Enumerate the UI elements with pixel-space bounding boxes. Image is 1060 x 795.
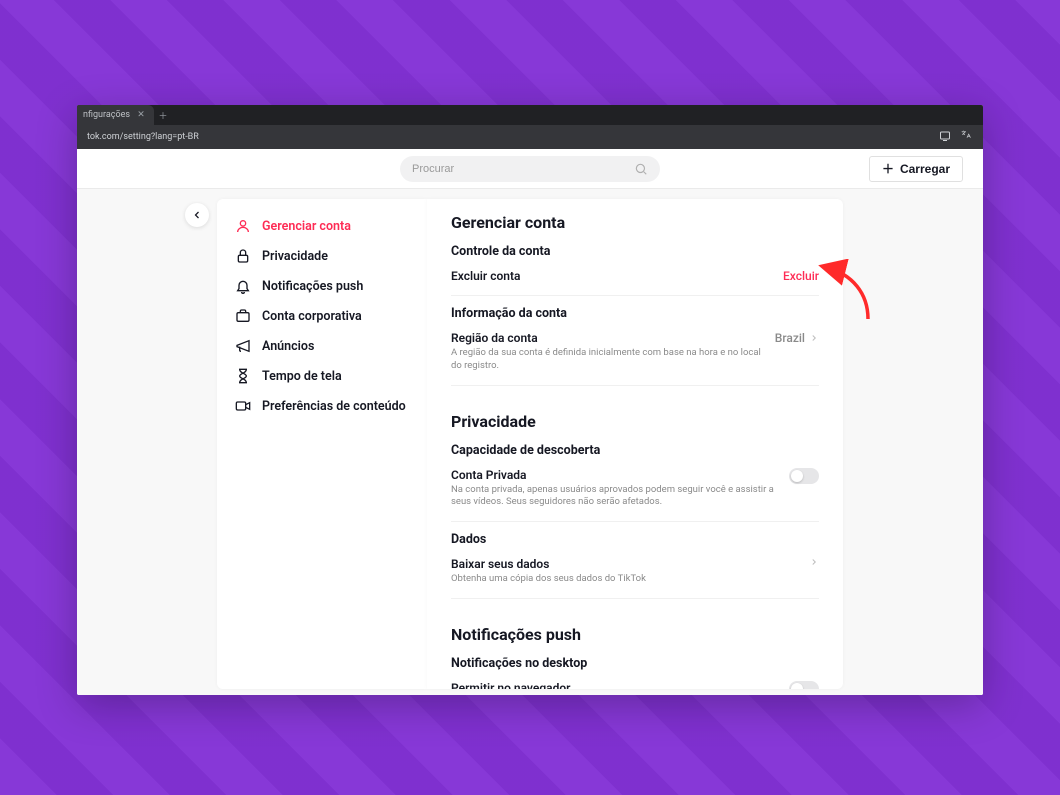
tab-title: nfigurações — [83, 110, 130, 120]
browser-tabbar: nfigurações ✕ ＋ — [77, 105, 983, 125]
subheader-desktop-notifications: Notificações no desktop — [451, 656, 819, 671]
page-body: Gerenciar conta Privacidade Notificações… — [77, 189, 983, 695]
sidebar-item-label: Preferências de conteúdo — [262, 399, 406, 414]
sidebar-item-business[interactable]: Conta corporativa — [217, 301, 427, 331]
sidebar-item-ads[interactable]: Anúncios — [217, 331, 427, 361]
sidebar-item-label: Conta corporativa — [262, 309, 362, 324]
region-value-text: Brazil — [775, 331, 805, 345]
settings-layout: Gerenciar conta Privacidade Notificações… — [217, 199, 843, 695]
private-account-toggle[interactable] — [789, 468, 819, 484]
row-account-region[interactable]: Região da conta A região da sua conta é … — [451, 329, 819, 386]
section-title-manage: Gerenciar conta — [451, 213, 819, 232]
delete-account-label: Excluir conta — [451, 269, 771, 283]
search-input[interactable] — [412, 163, 634, 175]
lock-icon — [235, 248, 251, 264]
sidebar-item-privacy[interactable]: Privacidade — [217, 241, 427, 271]
region-value[interactable]: Brazil — [775, 331, 819, 345]
subheader-data: Dados — [451, 532, 819, 547]
row-allow-browser: Permitir no navegador Fique por dentro c… — [451, 679, 819, 689]
settings-main-panel: Gerenciar conta Controle da conta Exclui… — [427, 199, 843, 689]
close-icon[interactable]: ✕ — [136, 110, 146, 120]
sidebar-item-push[interactable]: Notificações push — [217, 271, 427, 301]
briefcase-icon — [235, 308, 251, 324]
new-tab-button[interactable]: ＋ — [154, 109, 172, 122]
chevron-right-icon — [809, 333, 819, 343]
sidebar-item-content-prefs[interactable]: Preferências de conteúdo — [217, 391, 427, 421]
row-download-data[interactable]: Baixar seus dados Obtenha uma cópia dos … — [451, 555, 819, 599]
subheader-account-control: Controle da conta — [451, 244, 819, 259]
subheader-discoverability: Capacidade de descoberta — [451, 443, 819, 458]
private-account-desc: Na conta privada, apenas usuários aprova… — [451, 484, 777, 510]
upload-label: Carregar — [900, 162, 950, 176]
sidebar-item-label: Anúncios — [262, 339, 314, 354]
megaphone-icon — [235, 338, 251, 354]
region-label: Região da conta — [451, 331, 763, 345]
browser-window: nfigurações ✕ ＋ tok.com/setting?lang=pt-… — [77, 105, 983, 695]
allow-browser-toggle[interactable] — [789, 681, 819, 689]
row-delete-account: Excluir conta Excluir — [451, 267, 819, 296]
translate-icon[interactable] — [961, 130, 973, 145]
sidebar-item-label: Privacidade — [262, 249, 328, 264]
plus-icon: ＋ — [882, 160, 894, 177]
site-header: ＋ Carregar — [77, 149, 983, 189]
user-icon — [235, 218, 251, 234]
back-button[interactable] — [185, 203, 209, 227]
chevron-right-icon — [809, 557, 819, 567]
search-box[interactable] — [400, 156, 660, 182]
row-private-account: Conta Privada Na conta privada, apenas u… — [451, 466, 819, 523]
sidebar-item-label: Tempo de tela — [262, 369, 342, 384]
browser-tab[interactable]: nfigurações ✕ — [77, 105, 154, 125]
sidebar-item-manage-account[interactable]: Gerenciar conta — [217, 211, 427, 241]
section-title-push: Notificações push — [451, 625, 819, 644]
delete-account-action[interactable]: Excluir — [783, 269, 819, 283]
install-app-icon[interactable] — [939, 130, 951, 145]
hourglass-icon — [235, 368, 251, 384]
upload-button[interactable]: ＋ Carregar — [869, 156, 963, 182]
subheader-account-info: Informação da conta — [451, 306, 819, 321]
download-data-label: Baixar seus dados — [451, 557, 797, 571]
url-text[interactable]: tok.com/setting?lang=pt-BR — [87, 132, 199, 142]
sidebar-item-label: Gerenciar conta — [262, 219, 351, 234]
sidebar-item-label: Notificações push — [262, 279, 363, 294]
search-icon[interactable] — [634, 162, 648, 176]
video-icon — [235, 398, 251, 414]
bell-icon — [235, 278, 251, 294]
private-account-label: Conta Privada — [451, 468, 777, 482]
section-title-privacy: Privacidade — [451, 412, 819, 431]
download-data-desc: Obtenha uma cópia dos seus dados do TikT… — [451, 573, 797, 586]
allow-browser-label: Permitir no navegador — [451, 681, 777, 689]
settings-sidebar: Gerenciar conta Privacidade Notificações… — [217, 199, 427, 689]
region-desc: A região da sua conta é definida inicial… — [451, 347, 763, 373]
browser-addressbar: tok.com/setting?lang=pt-BR — [77, 125, 983, 149]
sidebar-item-screen-time[interactable]: Tempo de tela — [217, 361, 427, 391]
